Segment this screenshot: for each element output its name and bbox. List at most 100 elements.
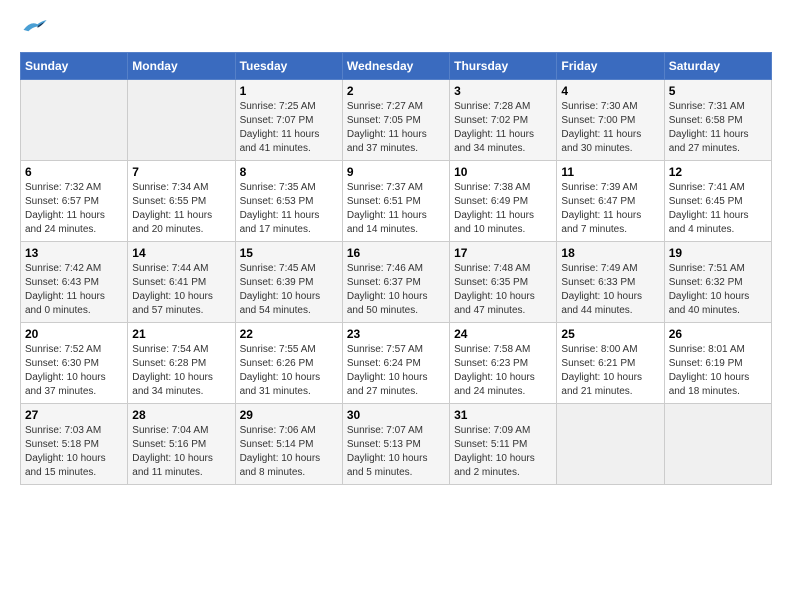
weekday-header: Saturday — [664, 53, 771, 80]
day-number: 6 — [25, 165, 123, 179]
calendar-cell: 18 Sunrise: 7:49 AMSunset: 6:33 PMDayligh… — [557, 242, 664, 323]
day-info: Sunrise: 7:54 AMSunset: 6:28 PMDaylight:… — [132, 344, 213, 397]
calendar-cell: 29 Sunrise: 7:06 AMSunset: 5:14 PMDayligh… — [235, 404, 342, 485]
day-info: Sunrise: 7:48 AMSunset: 6:35 PMDaylight:… — [454, 263, 535, 316]
calendar-week-row: 27 Sunrise: 7:03 AMSunset: 5:18 PMDayligh… — [21, 404, 772, 485]
calendar-cell: 20 Sunrise: 7:52 AMSunset: 6:30 PMDayligh… — [21, 323, 128, 404]
day-number: 31 — [454, 408, 552, 422]
weekday-header: Thursday — [450, 53, 557, 80]
weekday-header: Sunday — [21, 53, 128, 80]
calendar-cell: 5 Sunrise: 7:31 AMSunset: 6:58 PMDaylight… — [664, 80, 771, 161]
calendar-table: SundayMondayTuesdayWednesdayThursdayFrid… — [20, 52, 772, 485]
calendar-cell: 4 Sunrise: 7:30 AMSunset: 7:00 PMDaylight… — [557, 80, 664, 161]
calendar-cell — [557, 404, 664, 485]
day-number: 2 — [347, 84, 445, 98]
day-info: Sunrise: 8:01 AMSunset: 6:19 PMDaylight:… — [669, 344, 750, 397]
calendar-cell: 17 Sunrise: 7:48 AMSunset: 6:35 PMDayligh… — [450, 242, 557, 323]
day-number: 14 — [132, 246, 230, 260]
calendar-cell: 2 Sunrise: 7:27 AMSunset: 7:05 PMDaylight… — [342, 80, 449, 161]
day-info: Sunrise: 7:45 AMSunset: 6:39 PMDaylight:… — [240, 263, 321, 316]
day-info: Sunrise: 7:57 AMSunset: 6:24 PMDaylight:… — [347, 344, 428, 397]
day-info: Sunrise: 8:00 AMSunset: 6:21 PMDaylight:… — [561, 344, 642, 397]
day-number: 30 — [347, 408, 445, 422]
calendar-cell — [664, 404, 771, 485]
day-info: Sunrise: 7:55 AMSunset: 6:26 PMDaylight:… — [240, 344, 321, 397]
calendar-week-row: 13 Sunrise: 7:42 AMSunset: 6:43 PMDayligh… — [21, 242, 772, 323]
calendar-week-row: 20 Sunrise: 7:52 AMSunset: 6:30 PMDayligh… — [21, 323, 772, 404]
day-number: 4 — [561, 84, 659, 98]
day-info: Sunrise: 7:37 AMSunset: 6:51 PMDaylight:… — [347, 182, 427, 235]
day-number: 24 — [454, 327, 552, 341]
calendar-cell — [21, 80, 128, 161]
day-number: 11 — [561, 165, 659, 179]
calendar-cell: 14 Sunrise: 7:44 AMSunset: 6:41 PMDayligh… — [128, 242, 235, 323]
day-info: Sunrise: 7:35 AMSunset: 6:53 PMDaylight:… — [240, 182, 320, 235]
day-info: Sunrise: 7:49 AMSunset: 6:33 PMDaylight:… — [561, 263, 642, 316]
day-info: Sunrise: 7:52 AMSunset: 6:30 PMDaylight:… — [25, 344, 106, 397]
calendar-cell: 25 Sunrise: 8:00 AMSunset: 6:21 PMDayligh… — [557, 323, 664, 404]
day-number: 25 — [561, 327, 659, 341]
calendar-cell: 28Sunrise: 7:04 AMSunset: 5:16 PMDayligh… — [128, 404, 235, 485]
day-number: 7 — [132, 165, 230, 179]
day-info: Sunrise: 7:41 AMSunset: 6:45 PMDaylight:… — [669, 182, 749, 235]
day-info: Sunrise: 7:31 AMSunset: 6:58 PMDaylight:… — [669, 101, 749, 154]
calendar-cell: 24 Sunrise: 7:58 AMSunset: 6:23 PMDayligh… — [450, 323, 557, 404]
calendar-cell: 23 Sunrise: 7:57 AMSunset: 6:24 PMDayligh… — [342, 323, 449, 404]
day-number: 17 — [454, 246, 552, 260]
day-info: Sunrise: 7:46 AMSunset: 6:37 PMDaylight:… — [347, 263, 428, 316]
day-number: 3 — [454, 84, 552, 98]
day-info: Sunrise: 7:42 AMSunset: 6:43 PMDaylight:… — [25, 263, 105, 316]
calendar-cell: 30 Sunrise: 7:07 AMSunset: 5:13 PMDayligh… — [342, 404, 449, 485]
day-number: 13 — [25, 246, 123, 260]
page-header — [20, 16, 772, 40]
day-number: 26 — [669, 327, 767, 341]
day-number: 16 — [347, 246, 445, 260]
calendar-cell: 7Sunrise: 7:34 AMSunset: 6:55 PMDaylight… — [128, 161, 235, 242]
calendar-cell: 8 Sunrise: 7:35 AMSunset: 6:53 PMDaylight… — [235, 161, 342, 242]
day-info: Sunrise: 7:28 AMSunset: 7:02 PMDaylight:… — [454, 101, 534, 154]
weekday-header: Monday — [128, 53, 235, 80]
calendar-cell: 10Sunrise: 7:38 AMSunset: 6:49 PMDayligh… — [450, 161, 557, 242]
day-info: Sunrise: 7:30 AMSunset: 7:00 PMDaylight:… — [561, 101, 641, 154]
day-info: Sunrise: 7:39 AMSunset: 6:47 PMDaylight:… — [561, 182, 641, 235]
day-info: Sunrise: 7:09 AMSunset: 5:11 PMDaylight:… — [454, 425, 535, 478]
calendar-cell — [128, 80, 235, 161]
day-number: 21 — [132, 327, 230, 341]
calendar-cell: 1Sunrise: 7:25 AMSunset: 7:07 PMDaylight… — [235, 80, 342, 161]
day-number: 5 — [669, 84, 767, 98]
day-info: Sunrise: 7:32 AMSunset: 6:57 PMDaylight:… — [25, 182, 105, 235]
calendar-cell: 11 Sunrise: 7:39 AMSunset: 6:47 PMDayligh… — [557, 161, 664, 242]
calendar-week-row: 1Sunrise: 7:25 AMSunset: 7:07 PMDaylight… — [21, 80, 772, 161]
day-info: Sunrise: 7:07 AMSunset: 5:13 PMDaylight:… — [347, 425, 428, 478]
logo — [20, 16, 52, 40]
day-number: 20 — [25, 327, 123, 341]
day-info: Sunrise: 7:58 AMSunset: 6:23 PMDaylight:… — [454, 344, 535, 397]
day-info: Sunrise: 7:03 AMSunset: 5:18 PMDaylight:… — [25, 425, 106, 478]
weekday-header: Friday — [557, 53, 664, 80]
day-info: Sunrise: 7:06 AMSunset: 5:14 PMDaylight:… — [240, 425, 321, 478]
day-number: 12 — [669, 165, 767, 179]
day-info: Sunrise: 7:51 AMSunset: 6:32 PMDaylight:… — [669, 263, 750, 316]
calendar-cell: 26 Sunrise: 8:01 AMSunset: 6:19 PMDayligh… — [664, 323, 771, 404]
weekday-header: Tuesday — [235, 53, 342, 80]
day-number: 28 — [132, 408, 230, 422]
day-number: 18 — [561, 246, 659, 260]
day-number: 10 — [454, 165, 552, 179]
day-number: 23 — [347, 327, 445, 341]
weekday-header: Wednesday — [342, 53, 449, 80]
day-number: 19 — [669, 246, 767, 260]
day-info: Sunrise: 7:27 AMSunset: 7:05 PMDaylight:… — [347, 101, 427, 154]
calendar-cell: 22Sunrise: 7:55 AMSunset: 6:26 PMDayligh… — [235, 323, 342, 404]
day-number: 27 — [25, 408, 123, 422]
calendar-cell: 6 Sunrise: 7:32 AMSunset: 6:57 PMDaylight… — [21, 161, 128, 242]
day-number: 1 — [240, 84, 338, 98]
calendar-week-row: 6 Sunrise: 7:32 AMSunset: 6:57 PMDaylight… — [21, 161, 772, 242]
calendar-cell: 19 Sunrise: 7:51 AMSunset: 6:32 PMDayligh… — [664, 242, 771, 323]
day-info: Sunrise: 7:44 AMSunset: 6:41 PMDaylight:… — [132, 263, 213, 316]
day-number: 29 — [240, 408, 338, 422]
day-number: 8 — [240, 165, 338, 179]
day-number: 9 — [347, 165, 445, 179]
weekday-header-row: SundayMondayTuesdayWednesdayThursdayFrid… — [21, 53, 772, 80]
calendar-cell: 9 Sunrise: 7:37 AMSunset: 6:51 PMDaylight… — [342, 161, 449, 242]
calendar-cell: 21 Sunrise: 7:54 AMSunset: 6:28 PMDayligh… — [128, 323, 235, 404]
